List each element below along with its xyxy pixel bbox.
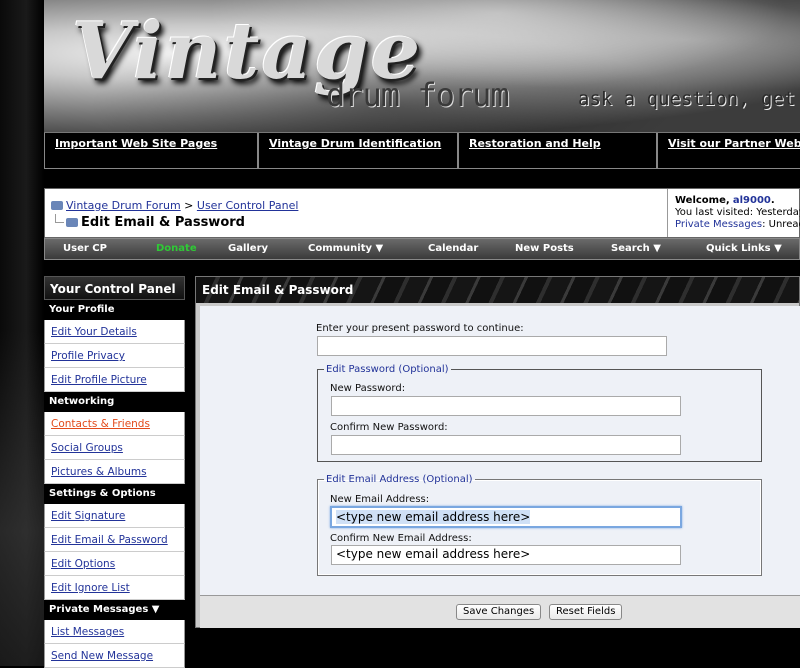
nav-user-cp[interactable]: User CP	[63, 243, 107, 254]
sidebar-item-edit-signature[interactable]: Edit Signature	[44, 504, 185, 528]
top-link-cell: Important Web Site Pages	[44, 133, 258, 169]
control-panel-sidebar: Your Control Panel Your Profile Edit You…	[44, 276, 185, 668]
pm-status: : Unread	[762, 219, 800, 230]
nav-calendar[interactable]: Calendar	[428, 243, 478, 254]
top-link-important-pages[interactable]: Important Web Site Pages	[55, 137, 217, 150]
sidebar-item-edit-email-password[interactable]: Edit Email & Password	[44, 528, 185, 552]
top-link-restoration[interactable]: Restoration and Help	[469, 137, 601, 150]
breadcrumb-section-link[interactable]: User Control Panel	[197, 199, 299, 212]
page-title: Edit Email & Password	[81, 215, 245, 230]
subfolder-icon	[55, 214, 64, 223]
sidebar-link[interactable]: Edit Profile Picture	[51, 374, 147, 386]
sidebar-item-profile-privacy[interactable]: Profile Privacy	[44, 344, 185, 368]
new-password-input[interactable]	[331, 396, 681, 416]
last-visit-text: You last visited: Yesterday	[675, 207, 800, 218]
confirm-password-label: Confirm New Password:	[330, 422, 448, 433]
panel-title: Edit Email & Password	[196, 277, 799, 303]
sidebar-item-list-messages[interactable]: List Messages	[44, 620, 185, 644]
form-buttons: Save Changes Reset Fields	[200, 595, 800, 628]
edit-email-password-panel: Edit Email & Password Enter your present…	[195, 276, 800, 628]
welcome-label: Welcome,	[675, 195, 730, 206]
reset-fields-button[interactable]: Reset Fields	[549, 604, 623, 620]
new-email-input[interactable]: <type new email address here>	[330, 506, 682, 528]
top-link-cell: Vintage Drum Identification	[258, 133, 458, 169]
new-email-value: <type new email address here>	[336, 510, 531, 524]
main-navbar: User CP Donate Gallery Community ▼ Calen…	[44, 238, 800, 260]
confirm-password-input[interactable]	[331, 435, 681, 455]
nav-search[interactable]: Search ▼	[611, 243, 661, 254]
nav-new-posts[interactable]: New Posts	[515, 243, 574, 254]
private-messages-link[interactable]: Private Messages	[675, 219, 762, 230]
site-tagline: ask a question, get an answer	[578, 88, 800, 110]
sidebar-item-send-new-message[interactable]: Send New Message	[44, 644, 185, 668]
sidebar-section-networking: Networking	[44, 392, 185, 412]
password-legend: Edit Password (Optional)	[326, 364, 449, 375]
sidebar-link[interactable]: Edit Options	[51, 558, 115, 570]
confirm-email-label: Confirm New Email Address:	[330, 533, 472, 544]
sidebar-item-edit-details[interactable]: Edit Your Details	[44, 320, 185, 344]
email-legend: Edit Email Address (Optional)	[326, 474, 473, 485]
welcome-box: Welcome, al9000. You last visited: Yeste…	[667, 189, 800, 237]
username-link[interactable]: al9000	[733, 195, 771, 206]
top-link-cell: Restoration and Help	[458, 133, 657, 169]
breadcrumb-home-link[interactable]: Vintage Drum Forum	[66, 199, 181, 212]
site-logo-subtitle: drum forum	[326, 76, 510, 114]
sidebar-link[interactable]: Edit Email & Password	[51, 534, 168, 546]
present-password-label: Enter your present password to continue:	[316, 323, 524, 334]
top-link-cell: Visit our Partner Web Sites	[657, 133, 800, 169]
page-background	[0, 0, 44, 666]
top-links-bar: Important Web Site Pages Vintage Drum Id…	[44, 132, 800, 171]
nav-community[interactable]: Community ▼	[308, 243, 383, 254]
top-link-drum-identification[interactable]: Vintage Drum Identification	[269, 137, 441, 150]
welcome-period: .	[770, 195, 775, 206]
sidebar-section-your-profile: Your Profile	[44, 300, 185, 320]
sidebar-item-edit-profile-picture[interactable]: Edit Profile Picture	[44, 368, 185, 392]
sidebar-item-social-groups[interactable]: Social Groups	[44, 436, 185, 460]
nav-gallery[interactable]: Gallery	[228, 243, 268, 254]
new-password-label: New Password:	[330, 383, 406, 394]
breadcrumb: Vintage Drum Forum > User Control Panel …	[51, 199, 299, 230]
sidebar-item-pictures-albums[interactable]: Pictures & Albums	[44, 460, 185, 484]
breadcrumb-bar: Vintage Drum Forum > User Control Panel …	[44, 188, 800, 238]
sidebar-link[interactable]: Send New Message	[51, 650, 153, 662]
sidebar-section-private-messages[interactable]: Private Messages ▼	[44, 600, 185, 620]
sidebar-link[interactable]: Social Groups	[51, 442, 123, 454]
sidebar-title: Your Control Panel	[44, 276, 185, 300]
nav-donate[interactable]: Donate	[156, 243, 197, 254]
sidebar-item-edit-options[interactable]: Edit Options	[44, 552, 185, 576]
sidebar-link[interactable]: List Messages	[51, 626, 124, 638]
save-changes-button[interactable]: Save Changes	[456, 604, 542, 620]
present-password-input[interactable]	[317, 336, 667, 356]
breadcrumb-separator: >	[184, 199, 194, 212]
sidebar-section-settings: Settings & Options	[44, 484, 185, 504]
panel-form: Enter your present password to continue:…	[200, 306, 800, 595]
confirm-email-input[interactable]: <type new email address here>	[331, 545, 681, 565]
sidebar-link[interactable]: Contacts & Friends	[51, 418, 150, 430]
forum-home-icon[interactable]	[51, 201, 63, 210]
sidebar-link[interactable]: Edit Ignore List	[51, 582, 130, 594]
folder-icon	[66, 218, 78, 227]
sidebar-link[interactable]: Pictures & Albums	[51, 466, 147, 478]
sidebar-item-edit-ignore-list[interactable]: Edit Ignore List	[44, 576, 185, 600]
top-link-partner-sites[interactable]: Visit our Partner Web Sites	[668, 137, 800, 150]
nav-quick-links[interactable]: Quick Links ▼	[706, 243, 782, 254]
sidebar-link[interactable]: Edit Your Details	[51, 326, 137, 338]
sidebar-link[interactable]: Profile Privacy	[51, 350, 125, 362]
sidebar-link[interactable]: Edit Signature	[51, 510, 125, 522]
site-banner[interactable]: Vintage drum forum ask a question, get a…	[44, 0, 800, 132]
new-email-label: New Email Address:	[330, 494, 430, 505]
sidebar-item-contacts-friends[interactable]: Contacts & Friends	[44, 412, 185, 436]
